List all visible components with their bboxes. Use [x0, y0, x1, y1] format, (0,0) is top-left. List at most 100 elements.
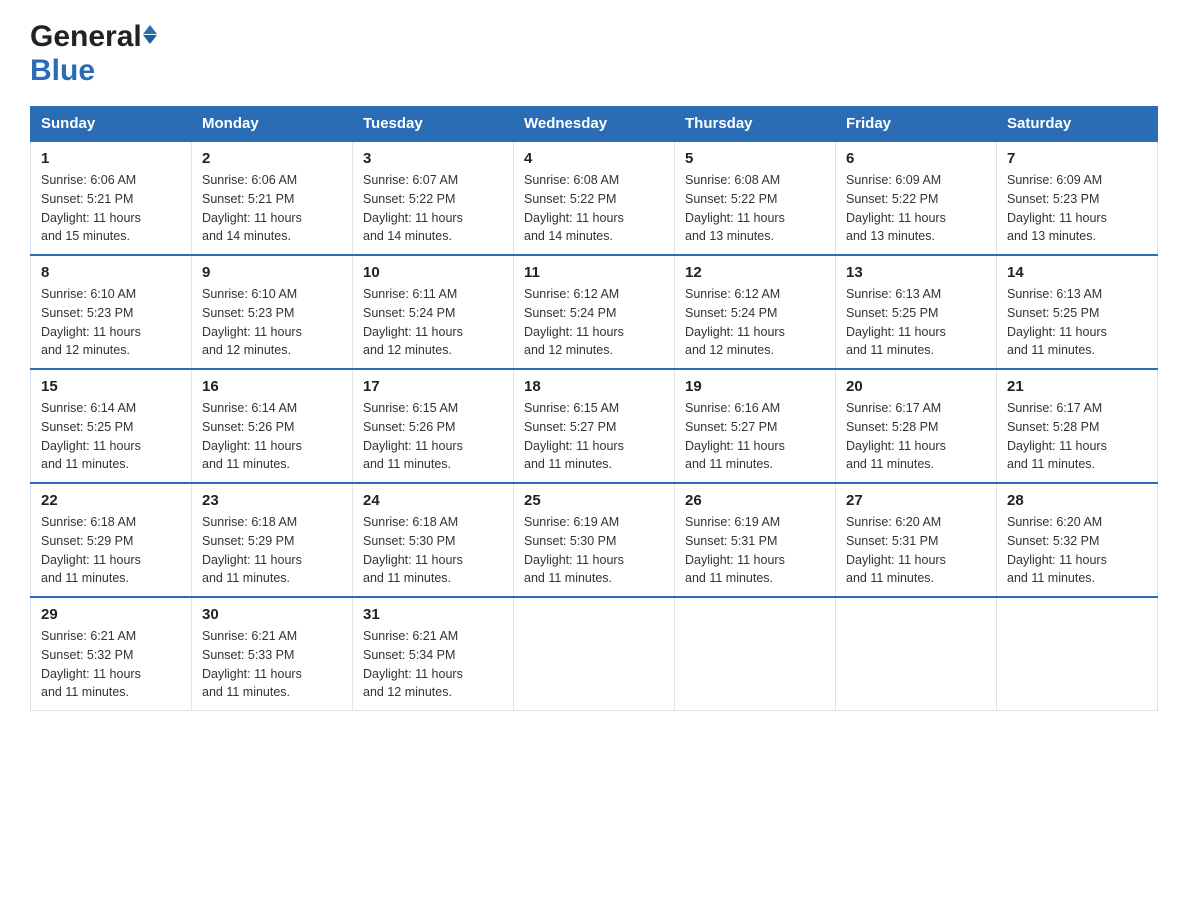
- header-day-saturday: Saturday: [997, 107, 1158, 142]
- calendar-cell: 5 Sunrise: 6:08 AMSunset: 5:22 PMDaylight…: [675, 141, 836, 255]
- calendar-cell: 11 Sunrise: 6:12 AMSunset: 5:24 PMDayligh…: [514, 255, 675, 369]
- day-number: 7: [1007, 150, 1147, 167]
- day-number: 13: [846, 264, 986, 281]
- day-number: 5: [685, 150, 825, 167]
- day-info: Sunrise: 6:21 AMSunset: 5:32 PMDaylight:…: [41, 627, 181, 702]
- day-number: 23: [202, 492, 342, 509]
- week-row-2: 8 Sunrise: 6:10 AMSunset: 5:23 PMDaylight…: [31, 255, 1158, 369]
- calendar-cell: [997, 597, 1158, 711]
- day-number: 28: [1007, 492, 1147, 509]
- day-number: 22: [41, 492, 181, 509]
- day-number: 11: [524, 264, 664, 281]
- day-info: Sunrise: 6:20 AMSunset: 5:32 PMDaylight:…: [1007, 513, 1147, 588]
- calendar-cell: 10 Sunrise: 6:11 AMSunset: 5:24 PMDayligh…: [353, 255, 514, 369]
- logo: General Blue: [30, 20, 157, 88]
- day-info: Sunrise: 6:08 AMSunset: 5:22 PMDaylight:…: [685, 171, 825, 246]
- calendar-cell: 29 Sunrise: 6:21 AMSunset: 5:32 PMDayligh…: [31, 597, 192, 711]
- day-info: Sunrise: 6:13 AMSunset: 5:25 PMDaylight:…: [846, 285, 986, 360]
- calendar-cell: 17 Sunrise: 6:15 AMSunset: 5:26 PMDayligh…: [353, 369, 514, 483]
- day-number: 26: [685, 492, 825, 509]
- calendar-cell: 12Sunrise: 6:12 AMSunset: 5:24 PMDayligh…: [675, 255, 836, 369]
- calendar-cell: 2 Sunrise: 6:06 AMSunset: 5:21 PMDaylight…: [192, 141, 353, 255]
- calendar-cell: 19 Sunrise: 6:16 AMSunset: 5:27 PMDayligh…: [675, 369, 836, 483]
- header-day-thursday: Thursday: [675, 107, 836, 142]
- header-day-friday: Friday: [836, 107, 997, 142]
- day-info: Sunrise: 6:18 AMSunset: 5:30 PMDaylight:…: [363, 513, 503, 588]
- logo-arrow-icon: [143, 25, 157, 44]
- day-number: 20: [846, 378, 986, 395]
- header-day-wednesday: Wednesday: [514, 107, 675, 142]
- day-number: 3: [363, 150, 503, 167]
- calendar-cell: 3 Sunrise: 6:07 AMSunset: 5:22 PMDaylight…: [353, 141, 514, 255]
- day-info: Sunrise: 6:14 AMSunset: 5:25 PMDaylight:…: [41, 399, 181, 474]
- day-info: Sunrise: 6:12 AMSunset: 5:24 PMDaylight:…: [524, 285, 664, 360]
- day-info: Sunrise: 6:20 AMSunset: 5:31 PMDaylight:…: [846, 513, 986, 588]
- day-number: 24: [363, 492, 503, 509]
- week-row-5: 29 Sunrise: 6:21 AMSunset: 5:32 PMDayligh…: [31, 597, 1158, 711]
- day-info: Sunrise: 6:18 AMSunset: 5:29 PMDaylight:…: [202, 513, 342, 588]
- calendar-cell: 13 Sunrise: 6:13 AMSunset: 5:25 PMDayligh…: [836, 255, 997, 369]
- calendar-cell: 22 Sunrise: 6:18 AMSunset: 5:29 PMDayligh…: [31, 483, 192, 597]
- calendar-cell: 23 Sunrise: 6:18 AMSunset: 5:29 PMDayligh…: [192, 483, 353, 597]
- calendar-cell: 24 Sunrise: 6:18 AMSunset: 5:30 PMDayligh…: [353, 483, 514, 597]
- week-row-1: 1 Sunrise: 6:06 AMSunset: 5:21 PMDaylight…: [31, 141, 1158, 255]
- day-info: Sunrise: 6:14 AMSunset: 5:26 PMDaylight:…: [202, 399, 342, 474]
- day-info: Sunrise: 6:10 AMSunset: 5:23 PMDaylight:…: [41, 285, 181, 360]
- day-number: 4: [524, 150, 664, 167]
- calendar-cell: 15 Sunrise: 6:14 AMSunset: 5:25 PMDayligh…: [31, 369, 192, 483]
- calendar-cell: 1 Sunrise: 6:06 AMSunset: 5:21 PMDaylight…: [31, 141, 192, 255]
- calendar-header: SundayMondayTuesdayWednesdayThursdayFrid…: [31, 107, 1158, 142]
- calendar-cell: 7 Sunrise: 6:09 AMSunset: 5:23 PMDaylight…: [997, 141, 1158, 255]
- calendar-cell: 28 Sunrise: 6:20 AMSunset: 5:32 PMDayligh…: [997, 483, 1158, 597]
- calendar-cell: [836, 597, 997, 711]
- calendar-cell: 31 Sunrise: 6:21 AMSunset: 5:34 PMDayligh…: [353, 597, 514, 711]
- day-info: Sunrise: 6:09 AMSunset: 5:22 PMDaylight:…: [846, 171, 986, 246]
- calendar-cell: 26 Sunrise: 6:19 AMSunset: 5:31 PMDayligh…: [675, 483, 836, 597]
- day-number: 1: [41, 150, 181, 167]
- day-info: Sunrise: 6:15 AMSunset: 5:26 PMDaylight:…: [363, 399, 503, 474]
- day-info: Sunrise: 6:16 AMSunset: 5:27 PMDaylight:…: [685, 399, 825, 474]
- logo-general-text: General: [30, 20, 142, 54]
- day-info: Sunrise: 6:18 AMSunset: 5:29 PMDaylight:…: [41, 513, 181, 588]
- calendar-cell: 8 Sunrise: 6:10 AMSunset: 5:23 PMDaylight…: [31, 255, 192, 369]
- calendar-cell: [675, 597, 836, 711]
- day-info: Sunrise: 6:10 AMSunset: 5:23 PMDaylight:…: [202, 285, 342, 360]
- calendar-cell: 18Sunrise: 6:15 AMSunset: 5:27 PMDayligh…: [514, 369, 675, 483]
- day-number: 25: [524, 492, 664, 509]
- day-number: 8: [41, 264, 181, 281]
- day-info: Sunrise: 6:17 AMSunset: 5:28 PMDaylight:…: [1007, 399, 1147, 474]
- day-info: Sunrise: 6:11 AMSunset: 5:24 PMDaylight:…: [363, 285, 503, 360]
- header-day-monday: Monday: [192, 107, 353, 142]
- day-number: 31: [363, 606, 503, 623]
- day-number: 17: [363, 378, 503, 395]
- day-info: Sunrise: 6:07 AMSunset: 5:22 PMDaylight:…: [363, 171, 503, 246]
- day-number: 15: [41, 378, 181, 395]
- day-number: 27: [846, 492, 986, 509]
- day-number: 14: [1007, 264, 1147, 281]
- day-info: Sunrise: 6:21 AMSunset: 5:34 PMDaylight:…: [363, 627, 503, 702]
- logo-blue-text: Blue: [30, 54, 95, 88]
- calendar-cell: 16Sunrise: 6:14 AMSunset: 5:26 PMDayligh…: [192, 369, 353, 483]
- header-row: SundayMondayTuesdayWednesdayThursdayFrid…: [31, 107, 1158, 142]
- header-day-sunday: Sunday: [31, 107, 192, 142]
- day-number: 10: [363, 264, 503, 281]
- day-info: Sunrise: 6:09 AMSunset: 5:23 PMDaylight:…: [1007, 171, 1147, 246]
- week-row-4: 22 Sunrise: 6:18 AMSunset: 5:29 PMDayligh…: [31, 483, 1158, 597]
- day-info: Sunrise: 6:06 AMSunset: 5:21 PMDaylight:…: [202, 171, 342, 246]
- day-number: 9: [202, 264, 342, 281]
- day-info: Sunrise: 6:06 AMSunset: 5:21 PMDaylight:…: [41, 171, 181, 246]
- day-number: 2: [202, 150, 342, 167]
- calendar-cell: 20 Sunrise: 6:17 AMSunset: 5:28 PMDayligh…: [836, 369, 997, 483]
- calendar-cell: 9 Sunrise: 6:10 AMSunset: 5:23 PMDaylight…: [192, 255, 353, 369]
- day-number: 19: [685, 378, 825, 395]
- day-number: 29: [41, 606, 181, 623]
- calendar-cell: 4Sunrise: 6:08 AMSunset: 5:22 PMDaylight…: [514, 141, 675, 255]
- day-number: 18: [524, 378, 664, 395]
- day-info: Sunrise: 6:19 AMSunset: 5:31 PMDaylight:…: [685, 513, 825, 588]
- calendar-cell: 14Sunrise: 6:13 AMSunset: 5:25 PMDayligh…: [997, 255, 1158, 369]
- day-info: Sunrise: 6:17 AMSunset: 5:28 PMDaylight:…: [846, 399, 986, 474]
- calendar-cell: 27 Sunrise: 6:20 AMSunset: 5:31 PMDayligh…: [836, 483, 997, 597]
- day-number: 21: [1007, 378, 1147, 395]
- header-day-tuesday: Tuesday: [353, 107, 514, 142]
- day-number: 30: [202, 606, 342, 623]
